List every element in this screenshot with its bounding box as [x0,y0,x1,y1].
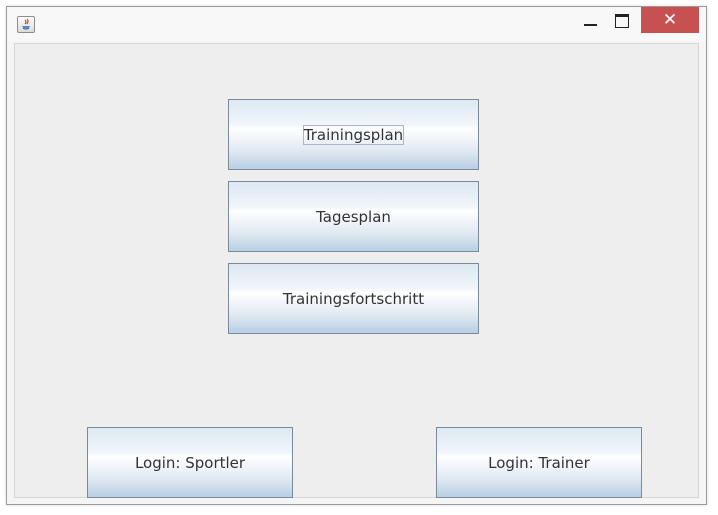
trainingsplan-label: Trainingsplan [302,124,405,145]
content-panel: Trainingsplan Tagesplan Trainingsfortsch… [14,43,699,498]
app-window: ✕ Trainingsplan Tagesplan Trainingsforts… [6,6,707,505]
login-trainer-label: Login: Trainer [488,453,590,472]
java-icon[interactable] [17,16,35,33]
login-sportler-button[interactable]: Login: Sportler [87,427,293,498]
trainingsfortschritt-button[interactable]: Trainingsfortschritt [228,263,479,334]
maximize-icon [615,14,629,28]
close-button[interactable]: ✕ [641,7,699,33]
login-sportler-label: Login: Sportler [134,453,246,472]
login-trainer-button[interactable]: Login: Trainer [436,427,642,498]
trainingsplan-button[interactable]: Trainingsplan [228,99,479,170]
minimize-button[interactable] [575,7,605,33]
tagesplan-button[interactable]: Tagesplan [228,181,479,252]
tagesplan-label: Tagesplan [316,207,391,226]
trainingsfortschritt-label: Trainingsfortschritt [282,289,425,308]
maximize-button[interactable] [607,7,637,33]
minimize-icon [584,24,597,26]
title-bar[interactable]: ✕ [7,7,706,41]
close-icon: ✕ [662,10,678,30]
